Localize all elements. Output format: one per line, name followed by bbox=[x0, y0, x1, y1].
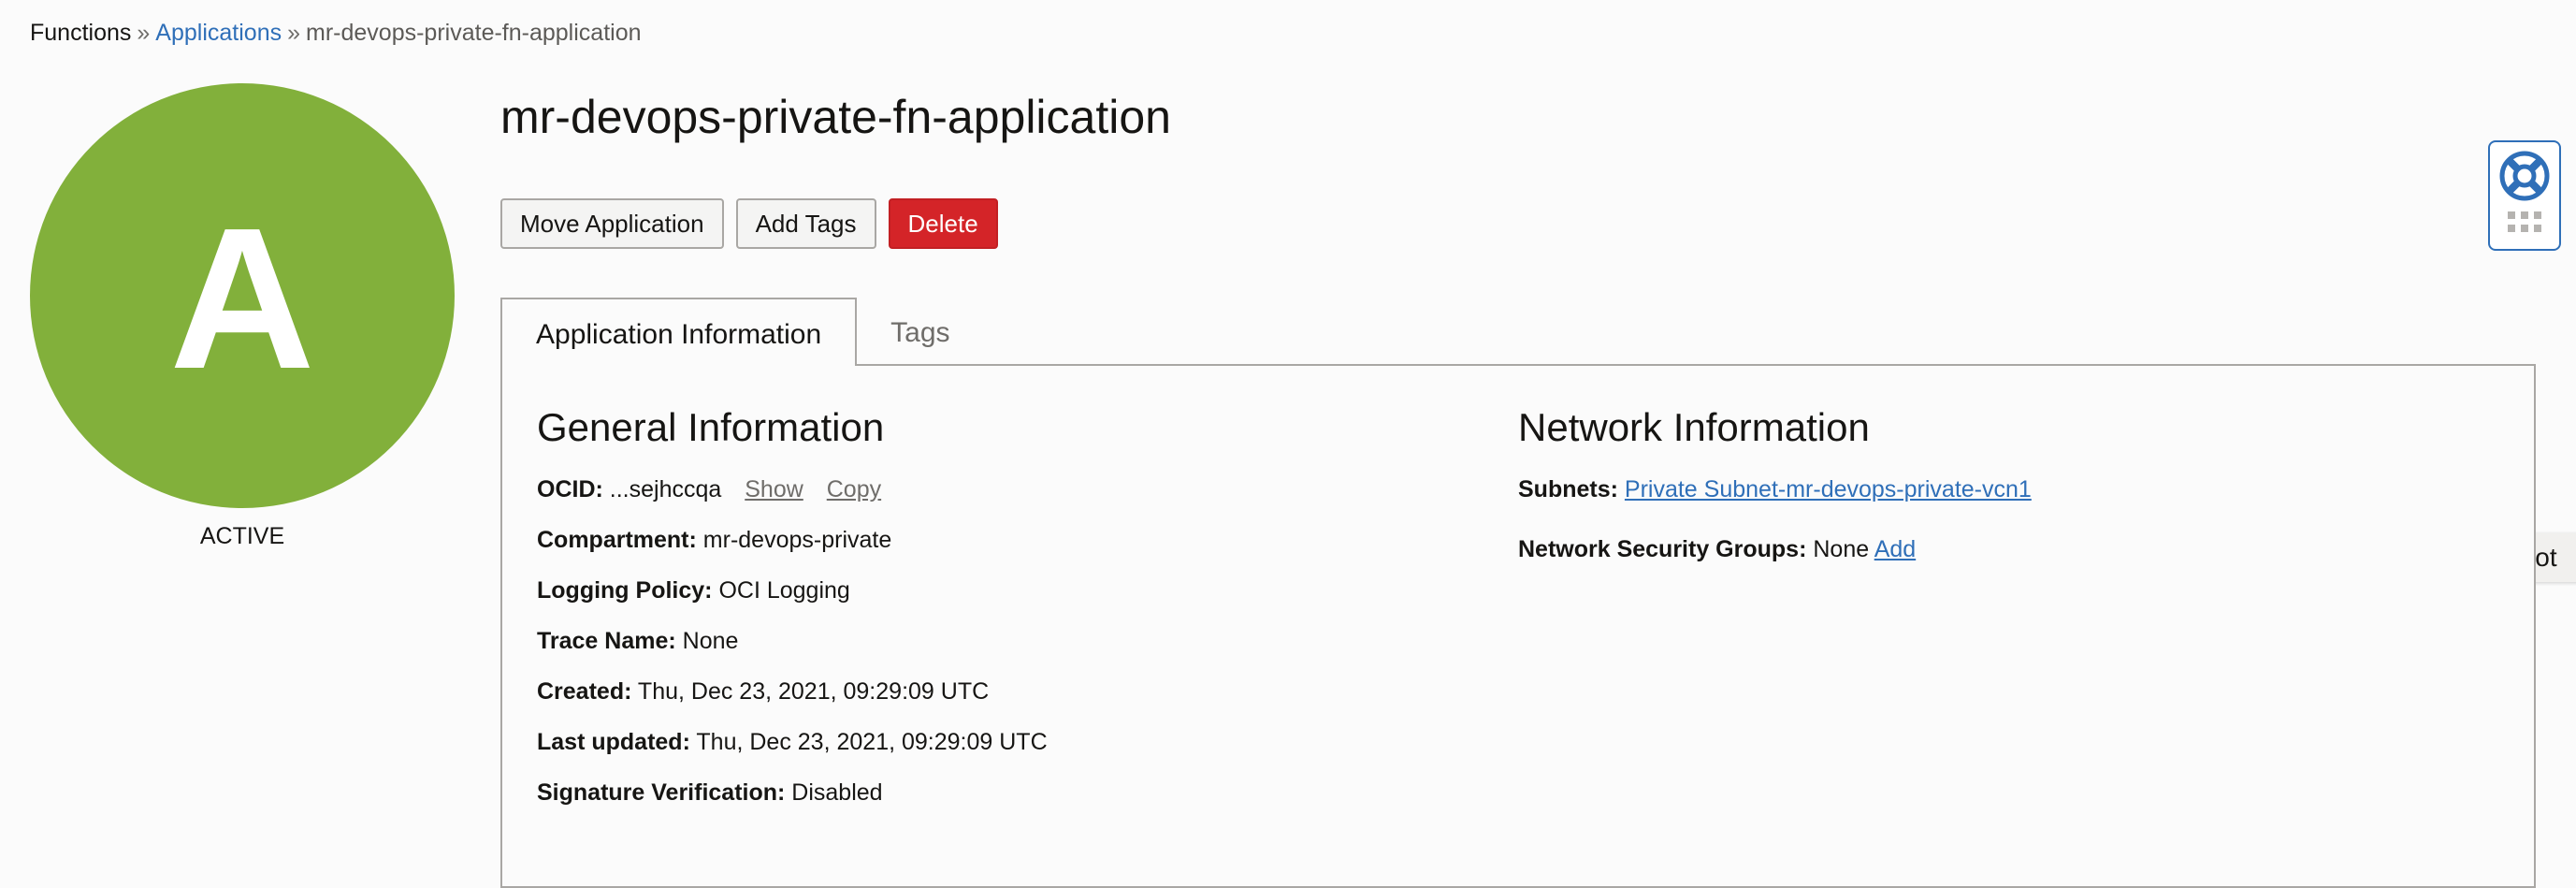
page-title: mr-devops-private-fn-application bbox=[500, 91, 1171, 143]
tab-panel: General Information OCID: ...sejhccqa Sh… bbox=[500, 364, 2536, 888]
ocid-label: OCID: bbox=[537, 476, 603, 502]
trace-name-field: Trace Name: None bbox=[537, 625, 738, 657]
subnet-link[interactable]: Private Subnet-mr-devops-private-vcn1 bbox=[1625, 476, 2032, 502]
logging-policy-field: Logging Policy: OCI Logging bbox=[537, 575, 850, 606]
tab-tags[interactable]: Tags bbox=[857, 298, 983, 366]
compartment-label: Compartment: bbox=[537, 527, 697, 553]
created-field: Created: Thu, Dec 23, 2021, 09:29:09 UTC bbox=[537, 676, 989, 707]
delete-button[interactable]: Delete bbox=[888, 198, 998, 249]
ocid-show-link[interactable]: Show bbox=[745, 476, 803, 502]
breadcrumb-current: mr-devops-private-fn-application bbox=[306, 20, 642, 46]
signature-verification-label: Signature Verification: bbox=[537, 779, 786, 806]
network-information-heading: Network Information bbox=[1518, 405, 1870, 449]
nsg-add-link[interactable]: Add bbox=[1874, 536, 1916, 562]
breadcrumb: Functions» Applications» mr-devops-private… bbox=[30, 17, 642, 49]
created-value: Thu, Dec 23, 2021, 09:29:09 UTC bbox=[637, 678, 990, 705]
signature-verification-value: Disabled bbox=[791, 779, 883, 806]
last-updated-value: Thu, Dec 23, 2021, 09:29:09 UTC bbox=[696, 729, 1048, 755]
last-updated-label: Last updated: bbox=[537, 729, 690, 755]
subnets-label: Subnets: bbox=[1518, 476, 1618, 502]
move-application-button[interactable]: Move Application bbox=[500, 198, 724, 249]
ocid-field: OCID: ...sejhccqa Show Copy bbox=[537, 473, 881, 505]
trace-name-value: None bbox=[682, 628, 739, 654]
general-information-heading: General Information bbox=[537, 405, 885, 449]
add-tags-button[interactable]: Add Tags bbox=[735, 198, 876, 249]
network-security-groups-value: None bbox=[1813, 536, 1870, 562]
drag-handle-icon[interactable] bbox=[2508, 211, 2541, 232]
tab-application-information[interactable]: Application Information bbox=[500, 298, 858, 366]
compartment-field: Compartment: mr-devops-private bbox=[537, 524, 891, 556]
signature-verification-field: Signature Verification: Disabled bbox=[537, 777, 883, 808]
lifebuoy-icon bbox=[2499, 151, 2550, 201]
avatar-letter: A bbox=[169, 184, 315, 411]
breadcrumb-functions[interactable]: Functions bbox=[30, 20, 131, 46]
network-security-groups-field: Network Security Groups: None Add bbox=[1518, 533, 1916, 565]
ocid-copy-link[interactable]: Copy bbox=[827, 476, 881, 502]
application-avatar: A bbox=[30, 83, 455, 508]
compartment-value: mr-devops-private bbox=[702, 527, 892, 553]
tab-bar: Application Information Tags bbox=[500, 298, 984, 366]
logging-policy-label: Logging Policy: bbox=[537, 577, 713, 604]
trace-name-label: Trace Name: bbox=[537, 628, 676, 654]
network-security-groups-label: Network Security Groups: bbox=[1518, 536, 1807, 562]
status-label: ACTIVE bbox=[199, 523, 285, 549]
action-bar: Move Application Add Tags Delete bbox=[500, 198, 998, 249]
breadcrumb-separator: » bbox=[287, 20, 301, 46]
ocid-value: ...sejhccqa bbox=[609, 476, 722, 502]
subnets-field: Subnets: Private Subnet-mr-devops-privat… bbox=[1518, 473, 2032, 505]
last-updated-field: Last updated: Thu, Dec 23, 2021, 09:29:0… bbox=[537, 726, 1048, 758]
logging-policy-value: OCI Logging bbox=[718, 577, 850, 604]
created-label: Created: bbox=[537, 678, 632, 705]
breadcrumb-separator: » bbox=[137, 20, 151, 46]
help-widget[interactable] bbox=[2488, 140, 2561, 251]
breadcrumb-applications-link[interactable]: Applications bbox=[155, 20, 282, 46]
